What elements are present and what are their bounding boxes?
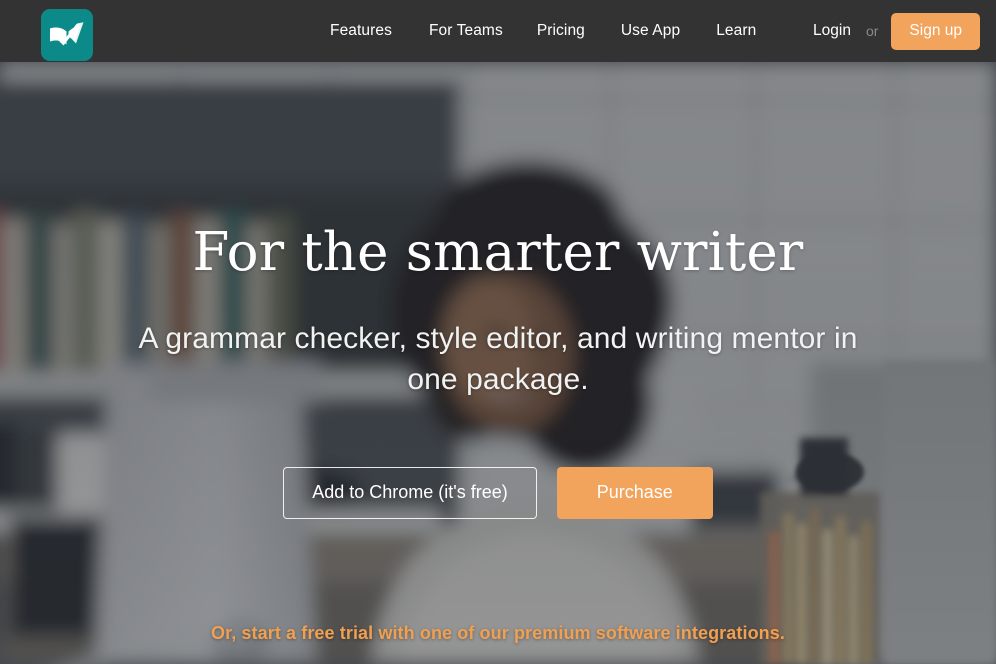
free-trial-link[interactable]: Or, start a free trial with one of our p… — [0, 623, 996, 644]
main-navigation: Features For Teams Pricing Use App Learn — [330, 0, 756, 62]
hero-section: For the smarter writer A grammar checker… — [0, 62, 996, 664]
prowritingaid-logo[interactable] — [41, 9, 93, 61]
nav-item-pricing[interactable]: Pricing — [537, 22, 585, 40]
or-separator-label: or — [865, 23, 879, 39]
site-header: Features For Teams Pricing Use App Learn… — [0, 0, 996, 62]
book-check-icon — [50, 22, 84, 46]
hero-cta-row: Add to Chrome (it's free) Purchase — [0, 467, 996, 519]
nav-item-learn[interactable]: Learn — [716, 22, 756, 40]
nav-item-features[interactable]: Features — [330, 22, 392, 40]
nav-item-for-teams[interactable]: For Teams — [429, 22, 503, 40]
header-account-actions: Login or Sign up — [813, 0, 980, 62]
nav-item-use-app[interactable]: Use App — [621, 22, 680, 40]
purchase-button[interactable]: Purchase — [556, 467, 713, 519]
sign-up-button[interactable]: Sign up — [891, 12, 980, 50]
hero-subtitle: A grammar checker, style editor, and wri… — [138, 322, 858, 397]
login-link[interactable]: Login — [813, 22, 851, 40]
add-to-chrome-button[interactable]: Add to Chrome (it's free) — [283, 467, 537, 519]
hero-content: For the smarter writer A grammar checker… — [0, 62, 996, 664]
hero-title: For the smarter writer — [192, 222, 804, 283]
